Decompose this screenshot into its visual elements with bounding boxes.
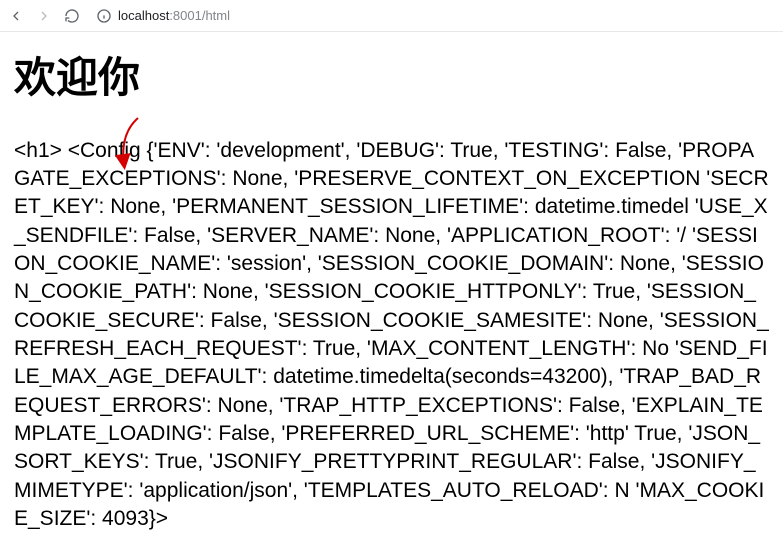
address-bar[interactable]: localhost:8001/html bbox=[90, 8, 777, 24]
browser-toolbar: localhost:8001/html bbox=[0, 0, 783, 32]
url-path: :8001/html bbox=[169, 8, 230, 23]
page-content: 欢迎你 <h1> <Config {'ENV': 'development', … bbox=[0, 32, 783, 552]
reload-button[interactable] bbox=[62, 6, 82, 26]
page-heading: 欢迎你 bbox=[14, 50, 769, 107]
site-info-icon[interactable] bbox=[96, 8, 112, 24]
forward-button[interactable] bbox=[34, 6, 54, 26]
config-dump-text: <h1> <Config {'ENV': 'development', 'DEB… bbox=[14, 137, 769, 534]
url-host: localhost bbox=[118, 8, 169, 23]
back-button[interactable] bbox=[6, 6, 26, 26]
url-text: localhost:8001/html bbox=[118, 8, 230, 23]
